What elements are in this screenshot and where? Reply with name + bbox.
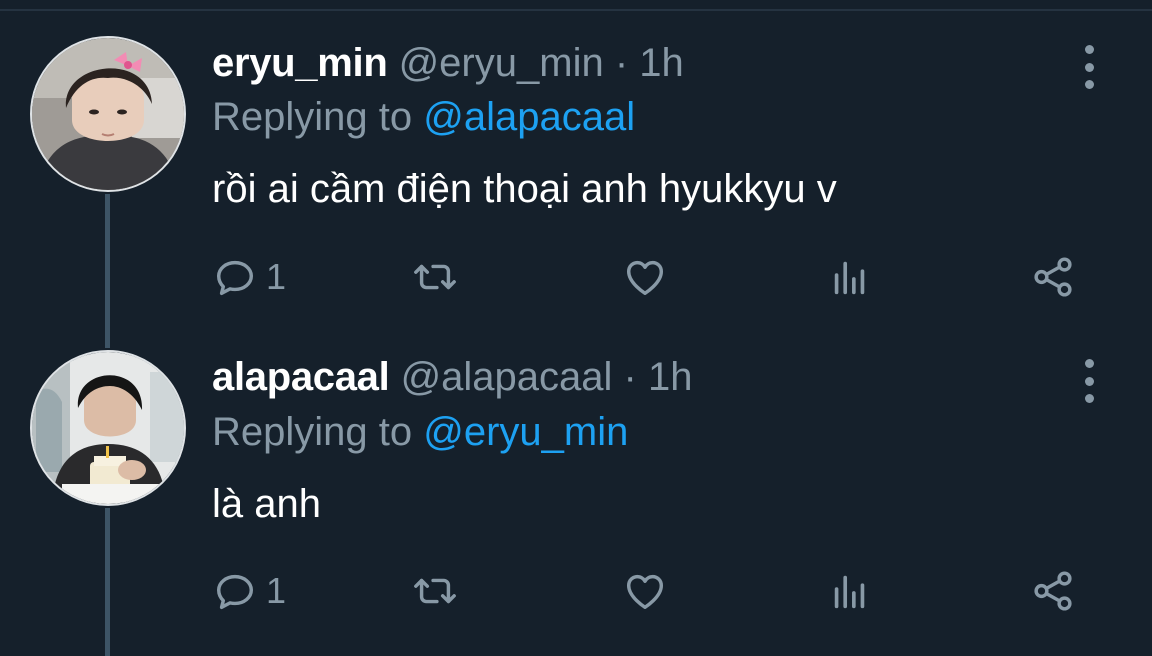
replying-to-label: Replying to — [212, 95, 413, 139]
user-handle[interactable]: @eryu_min — [399, 41, 604, 85]
replying-to-mention[interactable]: @alapacaal — [423, 95, 635, 139]
more-icon[interactable] — [1074, 359, 1104, 403]
avatar-photo-icon — [32, 352, 184, 504]
avatar[interactable] — [30, 350, 186, 506]
retweet-icon — [414, 264, 456, 290]
share-button[interactable] — [1030, 252, 1076, 302]
reply-count: 1 — [266, 256, 287, 297]
analytics-button[interactable] — [827, 566, 873, 616]
like-icon — [626, 260, 664, 296]
share-icon — [1034, 257, 1072, 297]
replying-to-label: Replying to — [212, 410, 413, 454]
thread-connector-line — [105, 194, 110, 348]
display-name[interactable]: eryu_min — [212, 41, 388, 85]
reply-button[interactable]: 1 — [212, 252, 286, 302]
tweet-actions: 1 — [212, 252, 1092, 302]
tweet-header: alapacaal @alapacaal · 1h — [212, 352, 693, 402]
avatar[interactable] — [30, 36, 186, 192]
tweet-time[interactable]: 1h — [639, 41, 684, 85]
retweet-button[interactable] — [412, 252, 458, 302]
share-button[interactable] — [1030, 566, 1076, 616]
more-icon[interactable] — [1074, 45, 1104, 89]
reply-icon — [216, 574, 254, 610]
analytics-icon — [834, 575, 865, 609]
replying-to-mention[interactable]: @eryu_min — [423, 410, 628, 454]
reply-button[interactable]: 1 — [212, 566, 286, 616]
meta-separator: · — [614, 41, 629, 85]
tweet-actions: 1 — [212, 566, 1092, 616]
tweet-text: rồi ai cầm điện thoại anh hyukkyu v — [212, 167, 837, 211]
user-handle[interactable]: @alapacaal — [401, 355, 613, 399]
like-button[interactable] — [622, 252, 668, 302]
avatar-photo-icon — [32, 38, 184, 190]
top-divider — [0, 0, 1152, 11]
tweet-time[interactable]: 1h — [648, 355, 693, 399]
share-icon — [1034, 571, 1072, 611]
display-name[interactable]: alapacaal — [212, 355, 390, 399]
tweet-text: là anh — [212, 482, 321, 526]
replying-to-line: Replying to @eryu_min — [212, 407, 628, 457]
replying-to-line: Replying to @alapacaal — [212, 92, 635, 142]
reply-icon — [216, 260, 254, 296]
analytics-icon — [834, 261, 865, 295]
reply-count: 1 — [266, 570, 287, 611]
like-button[interactable] — [622, 566, 668, 616]
retweet-button[interactable] — [412, 566, 458, 616]
like-icon — [626, 574, 664, 610]
twitter-thread-view: eryu_min @eryu_min · 1h Replying to @ala… — [0, 0, 1152, 656]
thread-connector-line — [105, 508, 110, 656]
analytics-button[interactable] — [827, 252, 873, 302]
meta-separator: · — [623, 355, 637, 399]
tweet-header: eryu_min @eryu_min · 1h — [212, 38, 684, 88]
retweet-icon — [414, 578, 456, 604]
